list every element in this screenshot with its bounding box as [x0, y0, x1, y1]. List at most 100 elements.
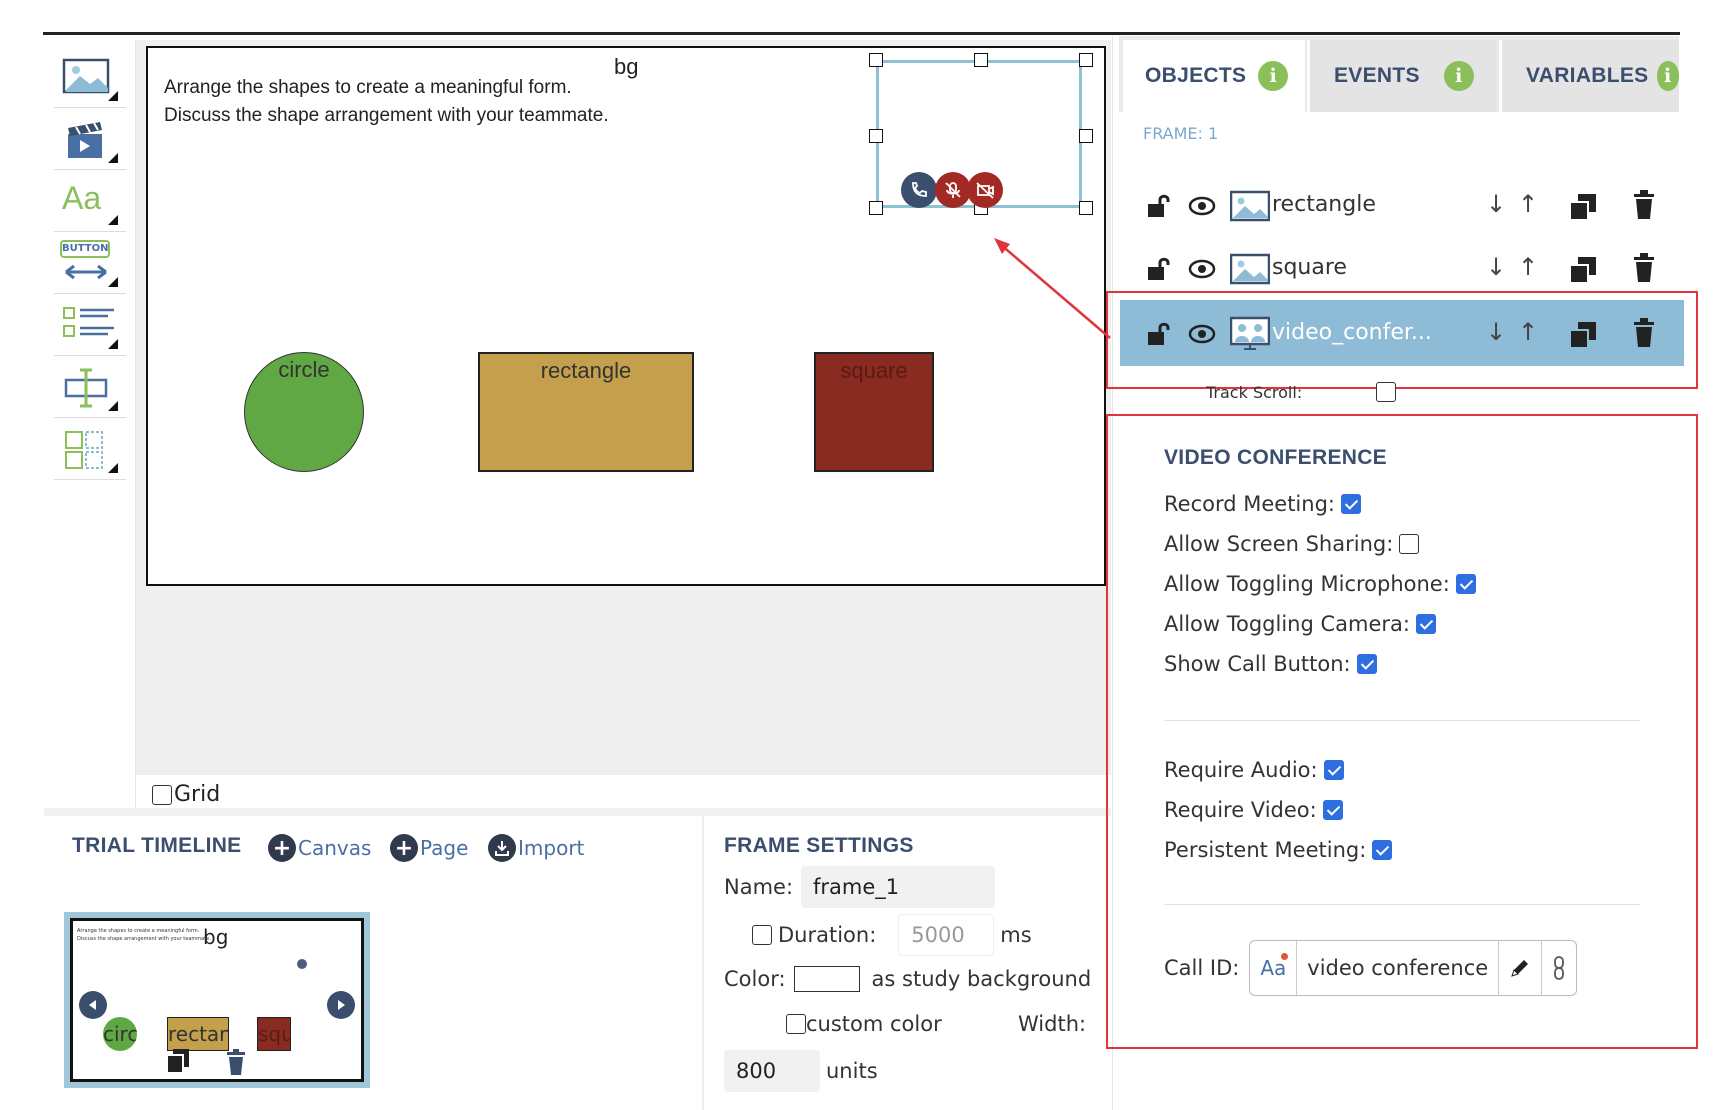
call-id-value[interactable]: video conference: [1297, 941, 1500, 995]
camera-off-icon[interactable]: [967, 172, 1003, 208]
tab-variables[interactable]: VARIABLES i: [1499, 40, 1679, 112]
track-scroll-checkbox[interactable]: [1376, 382, 1397, 402]
resize-handle[interactable]: [1079, 129, 1093, 143]
duplicate-icon[interactable]: [1568, 255, 1598, 285]
move-up-icon[interactable]: ↑: [1518, 253, 1538, 281]
tab-events[interactable]: EVENTS i: [1307, 40, 1497, 112]
custom-color-checkbox[interactable]: [786, 1014, 806, 1034]
info-icon[interactable]: i: [1443, 61, 1474, 91]
grid-checkbox[interactable]: [152, 784, 172, 805]
text-tool[interactable]: Aa: [54, 170, 126, 232]
frame-thumbnail[interactable]: Arrange the shapes to create a meaningfu…: [70, 918, 364, 1082]
duplicate-icon[interactable]: [1568, 192, 1598, 222]
info-icon[interactable]: i: [1258, 61, 1289, 91]
image-icon: [62, 58, 110, 94]
frame-name-input[interactable]: frame_1: [801, 866, 996, 908]
resize-handle[interactable]: [1079, 53, 1093, 67]
square-shape[interactable]: square: [814, 352, 934, 472]
trash-icon[interactable]: [225, 1049, 247, 1077]
circle-label: circle: [278, 357, 330, 382]
record-meeting-checkbox[interactable]: [1340, 494, 1361, 514]
link-icon[interactable]: [1542, 941, 1576, 995]
layout-tool[interactable]: [54, 418, 126, 480]
text-type-icon[interactable]: Aa: [1250, 941, 1298, 995]
image-tool[interactable]: [54, 46, 126, 108]
object-name: rectangle: [1272, 192, 1376, 217]
circle-shape[interactable]: circle: [244, 352, 364, 472]
resize-handle[interactable]: [1079, 201, 1093, 215]
resize-handle[interactable]: [869, 201, 883, 215]
microphone-off-icon[interactable]: [935, 172, 971, 208]
duration-checkbox[interactable]: [752, 925, 772, 945]
custom-color-label: custom color: [806, 1012, 942, 1036]
clapperboard-icon: [68, 122, 102, 158]
video-conference-object[interactable]: [869, 53, 1093, 215]
require-audio-checkbox[interactable]: [1323, 760, 1344, 780]
object-name: square: [1272, 255, 1347, 280]
divider: [1164, 904, 1640, 905]
resize-handle[interactable]: [869, 53, 883, 67]
instructions-text[interactable]: Arrange the shapes to create a meaningfu…: [164, 74, 609, 130]
unlock-icon[interactable]: [1146, 257, 1172, 281]
require-video-option: Require Video:: [1164, 798, 1343, 822]
move-down-icon[interactable]: ↓: [1486, 253, 1506, 281]
persistent-meeting-checkbox[interactable]: [1372, 840, 1393, 860]
duration-input[interactable]: 5000: [898, 914, 995, 956]
grid-toggle[interactable]: Grid: [152, 782, 220, 807]
import-button[interactable]: Import: [488, 834, 584, 862]
color-swatch[interactable]: [793, 966, 860, 992]
tab-objects[interactable]: OBJECTS i: [1123, 40, 1305, 112]
thumb-rectangle: rectan: [167, 1017, 229, 1051]
pencil-icon[interactable]: [1499, 941, 1543, 995]
trash-icon[interactable]: [1632, 190, 1656, 220]
button-tool[interactable]: BUTTON: [54, 232, 126, 294]
move-up-icon[interactable]: ↑: [1518, 190, 1538, 218]
object-row[interactable]: rectangle ↓ ↑: [1120, 176, 1684, 236]
show-call-button-checkbox[interactable]: [1356, 654, 1377, 674]
tab-objects-label: OBJECTS: [1145, 64, 1247, 87]
thumb-line-1: Arrange the shapes to create a meaningfu…: [77, 928, 200, 934]
call-id-field[interactable]: Aa video conference: [1249, 940, 1578, 996]
video-conference-title: VIDEO CONFERENCE: [1164, 446, 1387, 469]
persistent-meeting-option: Persistent Meeting:: [1164, 838, 1393, 862]
width-unit: units: [826, 1059, 878, 1083]
call-id-label: Call ID:: [1164, 956, 1240, 980]
resize-handle[interactable]: [974, 53, 988, 67]
trash-icon[interactable]: [1632, 253, 1656, 283]
video-tool[interactable]: [54, 108, 126, 170]
next-frame-icon[interactable]: [327, 991, 355, 1019]
square-label: square: [840, 358, 908, 383]
allow-toggling-microphone-checkbox[interactable]: [1455, 574, 1476, 594]
corner-marker: [108, 401, 118, 411]
image-icon: [1230, 190, 1270, 222]
unlock-icon[interactable]: [1146, 194, 1172, 218]
instructions-line-1: Arrange the shapes to create a meaningfu…: [164, 77, 572, 98]
allow-toggling-camera-checkbox[interactable]: [1415, 614, 1436, 634]
resize-handle[interactable]: [869, 129, 883, 143]
stage-canvas[interactable]: Arrange the shapes to create a meaningfu…: [146, 46, 1106, 586]
allow-screen-sharing-checkbox[interactable]: [1399, 534, 1420, 554]
add-canvas-button[interactable]: + Canvas: [268, 834, 371, 862]
eye-icon[interactable]: [1188, 259, 1216, 279]
frame-settings-title: FRAME SETTINGS: [724, 834, 914, 857]
persistent-meeting-label: Persistent Meeting:: [1164, 838, 1367, 862]
divider: [1164, 720, 1640, 721]
allow-toggling-microphone-option: Allow Toggling Microphone:: [1164, 572, 1476, 596]
frame-settings-panel: FRAME SETTINGS Name: frame_1 Duration: 5…: [706, 816, 1112, 1110]
info-icon[interactable]: i: [1656, 61, 1679, 91]
frame-thumbnail-selected[interactable]: Arrange the shapes to create a meaningfu…: [64, 912, 370, 1088]
object-row[interactable]: square ↓ ↑: [1120, 239, 1684, 299]
prev-frame-icon[interactable]: [79, 991, 107, 1019]
tab-variables-label: VARIABLES: [1526, 64, 1649, 87]
record-meeting-option: Record Meeting:: [1164, 492, 1361, 516]
move-down-icon[interactable]: ↓: [1486, 190, 1506, 218]
rectangle-shape[interactable]: rectangle: [478, 352, 694, 472]
eye-icon[interactable]: [1188, 196, 1216, 216]
add-page-button[interactable]: + Page: [390, 834, 468, 862]
width-input[interactable]: 800: [724, 1050, 820, 1092]
input-tool[interactable]: [54, 356, 126, 418]
duplicate-icon[interactable]: [165, 1047, 191, 1075]
require-video-checkbox[interactable]: [1322, 800, 1343, 820]
call-icon[interactable]: [901, 172, 937, 208]
list-tool[interactable]: [54, 294, 126, 356]
